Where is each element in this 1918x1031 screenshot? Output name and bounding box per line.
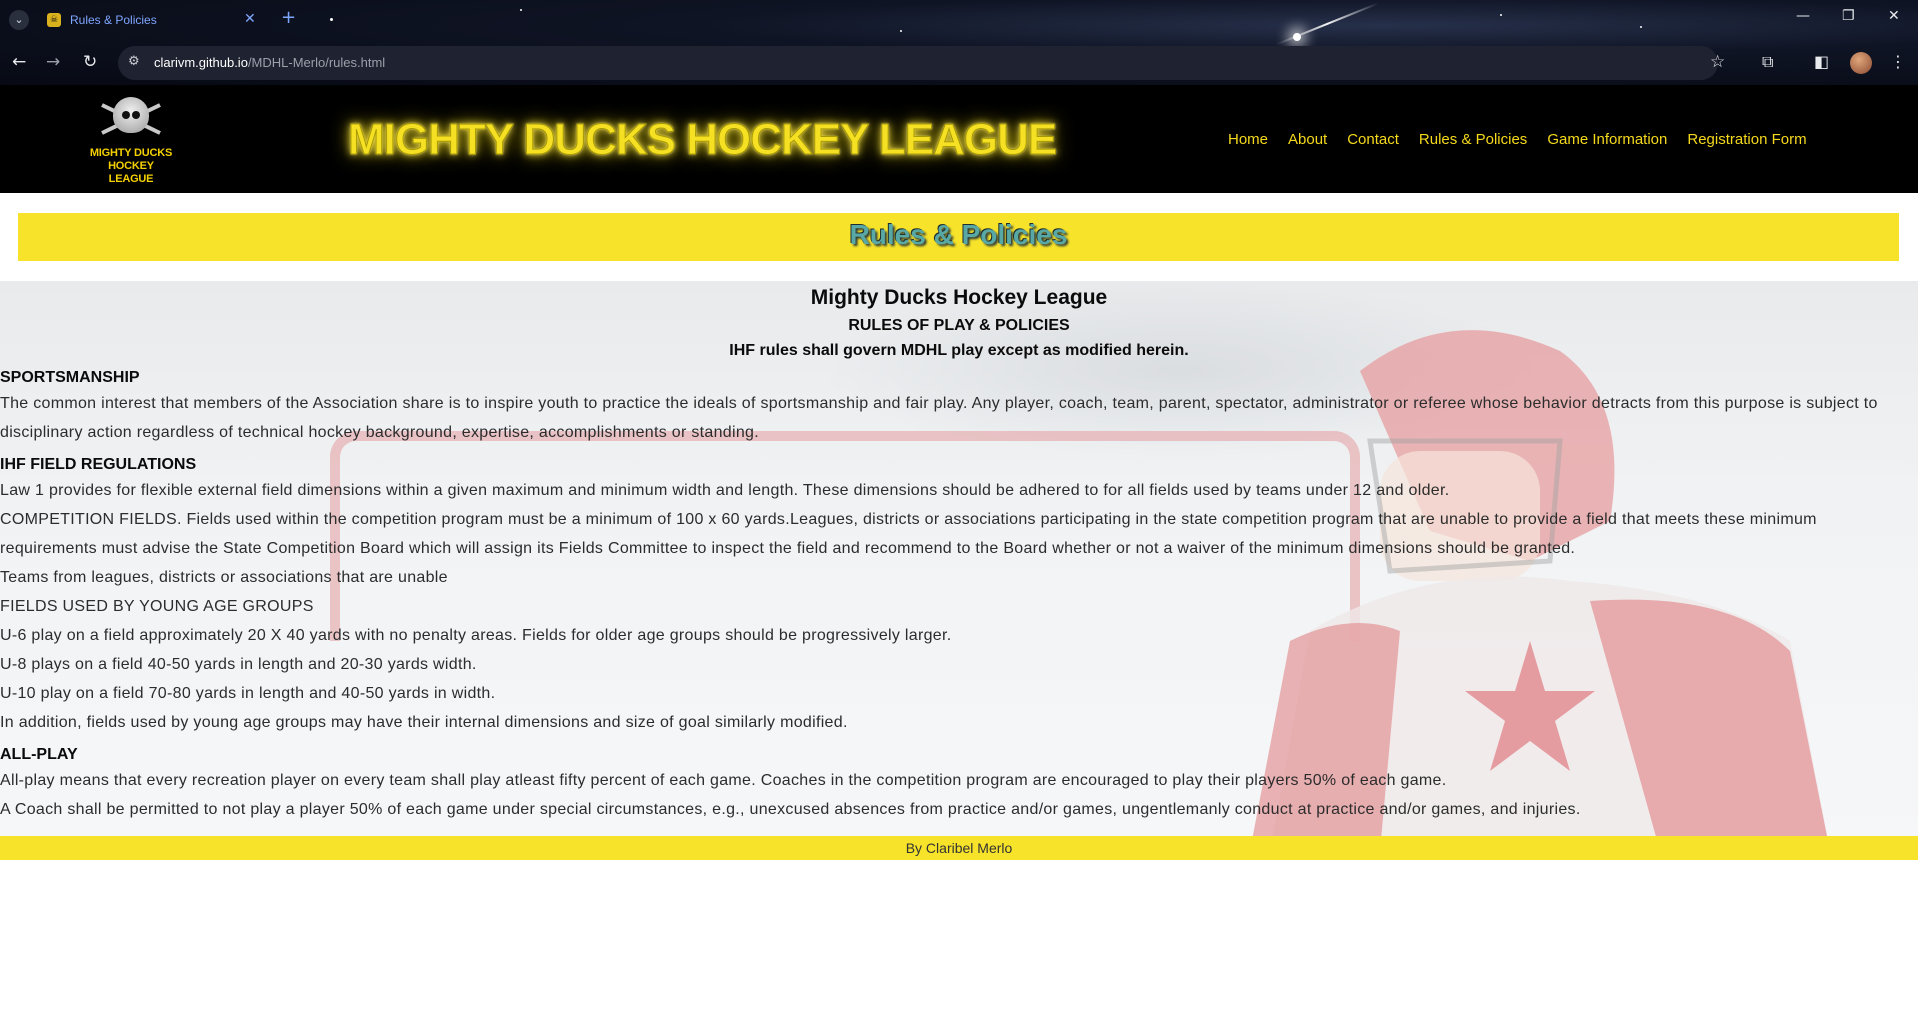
- content-title: Mighty Ducks Hockey League: [810, 286, 1108, 309]
- star-decoration: [1640, 26, 1642, 28]
- new-tab-button[interactable]: +: [281, 7, 296, 28]
- nav-link-about[interactable]: About: [1288, 131, 1327, 148]
- close-icon[interactable]: ✕: [244, 11, 256, 27]
- forward-icon[interactable]: →: [46, 52, 60, 72]
- paragraph: A Coach shall be permitted to not play a…: [0, 801, 1581, 818]
- minimize-icon[interactable]: —: [1796, 8, 1810, 24]
- nav-link-rules[interactable]: Rules & Policies: [1419, 131, 1527, 148]
- content-subtitle-2: IHF rules shall govern MDHL play except …: [729, 342, 1189, 359]
- star-decoration: [900, 30, 902, 32]
- paragraph: All-play means that every recreation pla…: [0, 772, 1447, 789]
- favicon-icon: ☠: [47, 13, 61, 27]
- main-nav: Home About Contact Rules & Policies Game…: [1228, 131, 1807, 148]
- site-info-icon[interactable]: ⚙: [128, 54, 140, 69]
- star-decoration: [520, 9, 522, 11]
- nav-link-game-information[interactable]: Game Information: [1547, 131, 1667, 148]
- paragraph: In addition, fields used by young age gr…: [0, 714, 848, 731]
- site-header: MIGHTY DUCKS HOCKEY LEAGUE MIGHTY DUCKS …: [0, 85, 1918, 193]
- paragraph: Law 1 provides for flexible external fie…: [0, 482, 1450, 499]
- menu-kebab-icon[interactable]: ⋮: [1890, 52, 1906, 71]
- close-window-icon[interactable]: ✕: [1888, 8, 1900, 24]
- light-flare: [1293, 33, 1301, 41]
- light-flare: [1275, 2, 1379, 46]
- side-panel-icon[interactable]: ◧: [1814, 52, 1829, 71]
- extensions-icon[interactable]: ⧉: [1762, 52, 1773, 72]
- section-heading: SPORTSMANSHIP: [0, 369, 140, 386]
- profile-avatar[interactable]: [1850, 52, 1872, 74]
- logo-text: MIGHTY DUCKS HOCKEY LEAGUE: [89, 147, 173, 185]
- reload-icon[interactable]: ↻: [83, 52, 97, 72]
- section-heading: IHF FIELD REGULATIONS: [0, 456, 197, 473]
- footer-credit: By Claribel Merlo: [905, 840, 1013, 856]
- browser-tab[interactable]: ☠ Rules & Policies ✕: [36, 6, 268, 34]
- paragraph: The common interest that members of the …: [0, 395, 1878, 441]
- nav-link-registration-form[interactable]: Registration Form: [1687, 131, 1806, 148]
- paragraph: U-8 plays on a field 40-50 yards in leng…: [0, 656, 477, 673]
- content-text: Mighty Ducks Hockey League RULES OF PLAY…: [0, 281, 1918, 824]
- nav-link-contact[interactable]: Contact: [1347, 131, 1399, 148]
- paragraph: U-10 play on a field 70-80 yards in leng…: [0, 685, 496, 702]
- paragraph: FIELDS USED BY YOUNG AGE GROUPS: [0, 598, 314, 615]
- star-decoration: [330, 18, 333, 21]
- browser-chrome: ⌄ ☠ Rules & Policies ✕ + — ❐ ✕ ← → ↻ ⚙ c…: [0, 0, 1918, 85]
- paragraph: COMPETITION FIELDS. Fields used within t…: [0, 511, 1817, 557]
- star-decoration: [1500, 14, 1502, 16]
- restore-icon[interactable]: ❐: [1842, 8, 1855, 24]
- tab-title: Rules & Policies: [70, 13, 157, 27]
- paragraph: Teams from leagues, districts or associa…: [0, 569, 448, 586]
- tab-search-button[interactable]: ⌄: [9, 10, 29, 30]
- page-footer: By Claribel Merlo: [0, 836, 1918, 860]
- page-banner: Rules & Policies: [18, 213, 1899, 261]
- page-title: Rules & Policies: [849, 219, 1068, 250]
- skull-icon: [113, 97, 149, 133]
- nav-link-home[interactable]: Home: [1228, 131, 1268, 148]
- address-bar[interactable]: ⚙ clarivm.github.io/MDHL-Merlo/rules.htm…: [118, 46, 1718, 80]
- bookmark-star-icon[interactable]: ☆: [1710, 52, 1725, 72]
- content-subtitle: RULES OF PLAY & POLICIES: [848, 317, 1070, 334]
- paragraph: U-6 play on a field approximately 20 X 4…: [0, 627, 952, 644]
- back-icon[interactable]: ←: [12, 52, 26, 72]
- section-heading: ALL-PLAY: [0, 746, 78, 763]
- url-text: clarivm.github.io/MDHL-Merlo/rules.html: [154, 55, 386, 70]
- rules-content: Mighty Ducks Hockey League RULES OF PLAY…: [0, 281, 1918, 836]
- site-title: MIGHTY DUCKS HOCKEY LEAGUE: [347, 115, 1057, 165]
- league-logo[interactable]: MIGHTY DUCKS HOCKEY LEAGUE: [86, 97, 176, 185]
